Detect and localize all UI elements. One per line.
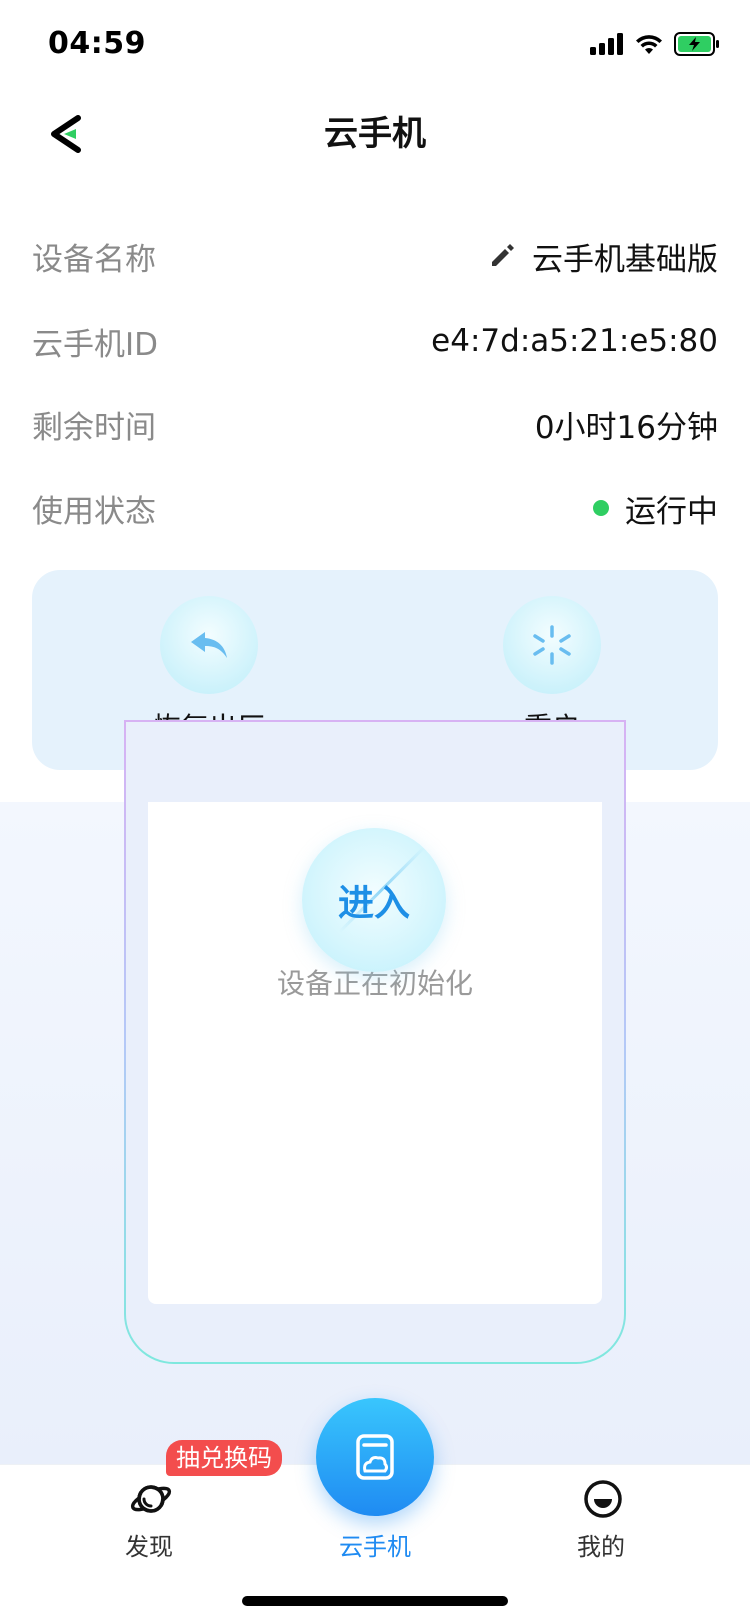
tab-mine[interactable]: 我的: [526, 1465, 676, 1561]
restart-spinner-icon: [533, 625, 571, 665]
planet-icon: [130, 1485, 172, 1513]
tab-discover-label: 发现: [125, 1533, 173, 1561]
home-indicator: [242, 1596, 508, 1606]
remaining-time-value: 0小时16分钟: [534, 409, 718, 446]
enter-button[interactable]: 进入: [302, 828, 446, 972]
device-name-row: 设备名称 云手机基础版: [32, 226, 718, 286]
factory-reset-icon-circle: [160, 596, 258, 694]
signal-icon: [590, 33, 623, 55]
wifi-icon: [636, 35, 662, 54]
status-dot: [593, 500, 609, 516]
cloud-phone-icon: [356, 1434, 394, 1480]
remaining-time-row: 剩余时间 0小时16分钟: [32, 394, 718, 454]
tab-discover[interactable]: 发现: [74, 1465, 224, 1561]
status-time: 04:59: [48, 26, 146, 61]
edit-pencil-icon[interactable]: [488, 242, 516, 270]
device-name-label: 设备名称: [32, 241, 156, 278]
remaining-time-label: 剩余时间: [32, 409, 156, 446]
tab-cloud-phone-label: 云手机: [339, 1533, 411, 1561]
cloud-phone-id-value: e4:7d:a5:21:e5:80: [431, 323, 718, 359]
enter-button-label: 进入: [337, 883, 410, 924]
battery-charging-icon: [674, 32, 719, 56]
usage-status-row: 使用状态 运行中: [32, 478, 718, 538]
status-icons: [590, 30, 720, 58]
usage-status-value-group: 运行中: [593, 486, 718, 531]
device-name-value-group[interactable]: 云手机基础版: [488, 234, 718, 279]
device-name-value: 云手机基础版: [532, 241, 718, 278]
usage-status-label: 使用状态: [32, 493, 156, 530]
cloud-phone-id-row: 云手机ID e4:7d:a5:21:e5:80: [32, 311, 718, 371]
reset-reply-icon: [191, 632, 227, 658]
usage-status-value: 运行中: [625, 493, 718, 530]
restart-icon-circle: [503, 596, 601, 694]
page-title: 云手机: [324, 114, 426, 154]
promo-badge[interactable]: 抽兑换码: [166, 1440, 282, 1476]
smiley-profile-icon: [584, 1480, 622, 1518]
cloud-phone-fab[interactable]: [316, 1398, 434, 1516]
tab-mine-label: 我的: [577, 1533, 625, 1561]
cloud-phone-id-label: 云手机ID: [32, 326, 159, 363]
